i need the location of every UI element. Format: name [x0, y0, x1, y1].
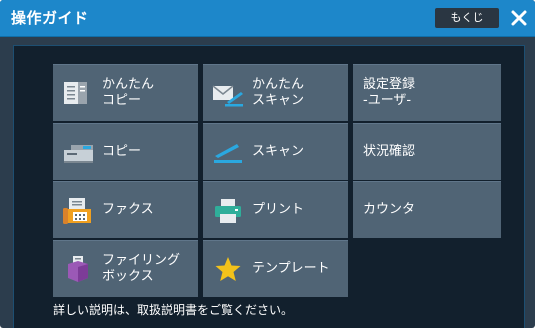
counter-button[interactable]: カウンタ [353, 181, 501, 238]
close-icon[interactable] [507, 6, 531, 30]
fax-button[interactable]: ファクス [53, 181, 198, 238]
operation-guide-window: 操作ガイド もくじ かんたん コピー かんたん スキャン 設定登録 -ユーザ- … [0, 0, 535, 328]
copy-button[interactable]: コピー [53, 123, 198, 180]
manual-note: 詳しい説明は、取扱説明書をご覧ください。 [53, 303, 294, 317]
table-of-contents-button[interactable]: もくじ [435, 8, 499, 28]
copier-icon [64, 145, 93, 163]
easy-copy-icon [64, 82, 87, 104]
title-bar: 操作ガイド もくじ [0, 0, 535, 37]
filing-box-icon [68, 256, 88, 282]
print-button[interactable]: プリント [203, 181, 348, 238]
scan-icon [214, 144, 242, 163]
fax-icon [63, 198, 91, 224]
scan-button[interactable]: スキャン [203, 123, 348, 180]
easy-copy-button[interactable]: かんたん コピー [53, 64, 198, 121]
status-check-label: 状況確認 [363, 144, 416, 159]
printer-icon [215, 199, 241, 223]
window-title: 操作ガイド [11, 9, 89, 27]
scan-label: スキャン [252, 144, 305, 159]
filing-box-button[interactable]: ファイリング ボックス [53, 240, 198, 297]
fax-label: ファクス [102, 202, 154, 217]
status-check-button[interactable]: 状況確認 [353, 123, 501, 180]
copy-label: コピー [102, 144, 142, 159]
settings-registration-user-button[interactable]: 設定登録 -ユーザ- [353, 64, 501, 121]
easy-scan-icon [212, 85, 243, 107]
easy-scan-label: かんたん スキャン [252, 77, 305, 108]
filing-box-label: ファイリング ボックス [102, 253, 181, 284]
star-icon [215, 257, 241, 281]
template-button[interactable]: テンプレート [203, 240, 348, 297]
print-label: プリント [252, 202, 305, 217]
settings-registration-user-label: 設定登録 -ユーザ- [363, 77, 416, 108]
easy-scan-button[interactable]: かんたん スキャン [203, 64, 348, 121]
easy-copy-label: かんたん コピー [102, 77, 155, 108]
template-label: テンプレート [252, 261, 330, 276]
counter-label: カウンタ [363, 202, 416, 217]
